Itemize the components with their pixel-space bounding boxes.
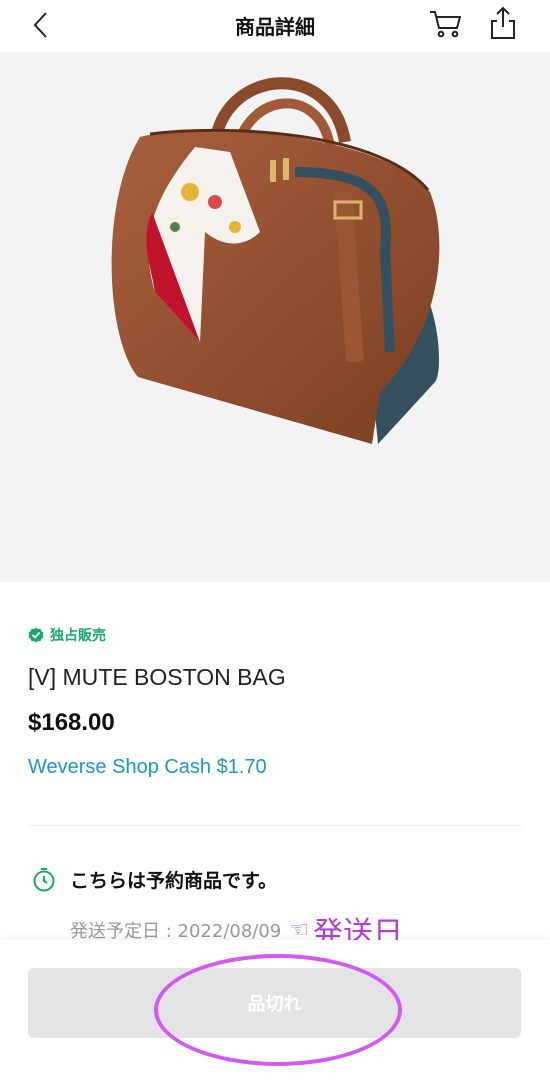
preorder-text: こちらは予約商品です。 <box>70 870 278 892</box>
cart-icon[interactable] <box>428 8 464 40</box>
preorder-notice: こちらは予約商品です。 <box>32 866 277 893</box>
divider <box>28 825 522 826</box>
circle-annotation <box>154 954 402 1066</box>
page-title: 商品詳細 <box>235 15 315 39</box>
product-price: $168.00 <box>28 709 115 736</box>
boston-bag-photo <box>111 77 440 444</box>
shop-cash-reward: Weverse Shop Cash $1.70 <box>28 756 267 778</box>
share-icon[interactable] <box>488 5 518 41</box>
top-nav-bar: 商品詳細 <box>0 0 550 50</box>
product-image[interactable] <box>0 52 550 582</box>
product-name: [V] MUTE BOSTON BAG <box>28 664 286 690</box>
verified-check-icon <box>28 627 44 643</box>
timer-icon <box>33 867 55 891</box>
badge-label: 独占販売 <box>50 628 106 644</box>
exclusive-badge: 独占販売 <box>28 624 106 646</box>
